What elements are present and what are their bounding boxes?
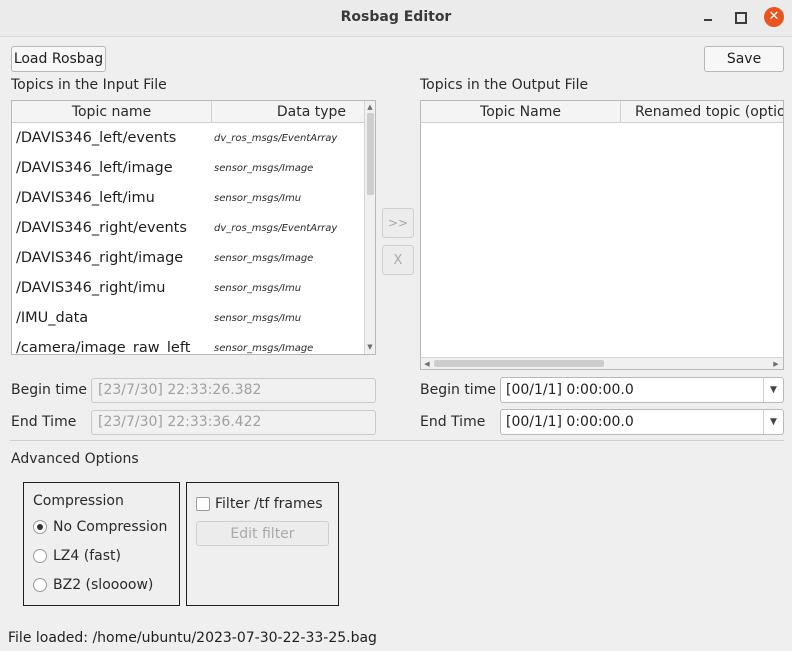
edit-filter-button[interactable]: Edit filter xyxy=(196,521,329,546)
output-begin-time-value: [00/1/1] 0:00:00.0 xyxy=(506,382,634,398)
divider xyxy=(10,440,784,441)
lz4-label[interactable]: LZ4 (fast) xyxy=(53,548,121,564)
topic-name: /DAVIS346_right/imu xyxy=(16,280,166,296)
topic-name: /DAVIS346_left/image xyxy=(16,160,173,176)
table-row[interactable]: /DAVIS346_right/image sensor_msgs/Image xyxy=(12,243,364,273)
input-table-vertical-scrollbar[interactable]: ▲ ▼ xyxy=(364,101,375,354)
output-topics-heading: Topics in the Output File xyxy=(420,77,589,93)
column-renamed-topic[interactable]: Renamed topic (optio xyxy=(621,101,783,123)
input-topics-table[interactable]: Topic name Data type /DAVIS346_left/even… xyxy=(11,100,376,355)
filter-tf-label[interactable]: Filter /tf frames xyxy=(215,496,323,512)
topic-name: /DAVIS346_left/imu xyxy=(16,190,155,206)
scroll-right-arrow-icon[interactable]: ▶ xyxy=(771,359,781,369)
data-type: sensor_msgs/Imu xyxy=(214,192,302,204)
input-table-header: Topic name Data type xyxy=(12,101,364,123)
table-row[interactable]: /DAVIS346_left/imu sensor_msgs/Imu xyxy=(12,183,364,213)
bz2-radio[interactable] xyxy=(33,578,47,592)
bz2-label[interactable]: BZ2 (sloooow) xyxy=(53,577,153,593)
column-topic-name[interactable]: Topic name xyxy=(12,101,212,123)
topic-name: /DAVIS346_left/events xyxy=(16,130,177,146)
chevron-down-icon[interactable]: ▼ xyxy=(763,410,783,434)
no-compression-label[interactable]: No Compression xyxy=(53,519,167,535)
status-bar-text: File loaded: /home/ubuntu/2023-07-30-22-… xyxy=(8,630,377,646)
table-row[interactable]: /DAVIS346_left/image sensor_msgs/Image xyxy=(12,153,364,183)
table-row[interactable]: /DAVIS346_left/events dv_ros_msgs/EventA… xyxy=(12,123,364,153)
no-compression-radio[interactable] xyxy=(33,520,47,534)
output-end-time-label: End Time xyxy=(420,414,486,430)
lz4-radio[interactable] xyxy=(33,549,47,563)
data-type: sensor_msgs/Imu xyxy=(214,312,302,324)
save-button[interactable]: Save xyxy=(704,46,784,72)
chevron-down-icon[interactable]: ▼ xyxy=(763,378,783,402)
input-end-time-field: [23/7/30] 22:33:36.422 xyxy=(91,410,376,435)
data-type: sensor_msgs/Imu xyxy=(214,282,302,294)
data-type: sensor_msgs/Image xyxy=(214,162,314,174)
data-type: dv_ros_msgs/EventArray xyxy=(214,132,338,144)
output-end-time-editor[interactable]: [00/1/1] 0:00:00.0 ▼ xyxy=(500,409,784,435)
advanced-options-heading: Advanced Options xyxy=(11,451,139,467)
table-row[interactable]: /DAVIS346_right/events dv_ros_msgs/Event… xyxy=(12,213,364,243)
input-topics-heading: Topics in the Input File xyxy=(11,77,167,93)
compression-title: Compression xyxy=(33,493,124,509)
input-end-time-label: End Time xyxy=(11,414,77,430)
output-begin-time-editor[interactable]: [00/1/1] 0:00:00.0 ▼ xyxy=(500,377,784,403)
title-bar: Rosbag Editor ✕ xyxy=(0,0,792,37)
topic-name: /DAVIS346_right/events xyxy=(16,220,187,236)
column-topic-name[interactable]: Topic Name xyxy=(421,101,621,123)
data-type: sensor_msgs/Image xyxy=(214,252,314,264)
input-begin-time-field: [23/7/30] 22:33:26.382 xyxy=(91,378,376,403)
scroll-up-arrow-icon[interactable]: ▲ xyxy=(365,102,375,112)
output-topics-table[interactable]: Topic Name Renamed topic (optio ◀ ▶ xyxy=(420,100,784,370)
scrollbar-thumb[interactable] xyxy=(367,113,374,195)
table-row[interactable]: /camera/image_raw_left sensor_msgs/Image xyxy=(12,333,364,355)
data-type: sensor_msgs/Image xyxy=(214,342,314,354)
filter-group: Filter /tf frames Edit filter xyxy=(186,482,339,606)
table-row[interactable]: /IMU_data sensor_msgs/Imu xyxy=(12,303,364,333)
data-type: dv_ros_msgs/EventArray xyxy=(214,222,338,234)
filter-tf-checkbox[interactable] xyxy=(196,497,210,511)
column-data-type[interactable]: Data type xyxy=(212,101,364,123)
load-rosbag-button[interactable]: Load Rosbag xyxy=(11,46,106,72)
output-table-horizontal-scrollbar[interactable]: ◀ ▶ xyxy=(421,357,783,369)
scroll-left-arrow-icon[interactable]: ◀ xyxy=(422,359,432,369)
output-begin-time-label: Begin time xyxy=(420,382,496,398)
topic-name: /DAVIS346_right/image xyxy=(16,250,184,266)
maximize-icon[interactable] xyxy=(731,8,751,28)
compression-group: Compression No Compression LZ4 (fast) BZ… xyxy=(23,482,180,606)
add-topic-button[interactable]: >> xyxy=(382,208,414,238)
close-icon[interactable]: ✕ xyxy=(764,7,784,27)
minimize-icon[interactable] xyxy=(698,8,718,28)
scrollbar-thumb[interactable] xyxy=(434,360,604,367)
output-table-header: Topic Name Renamed topic (optio xyxy=(421,101,783,123)
output-end-time-value: [00/1/1] 0:00:00.0 xyxy=(506,414,634,430)
window-title: Rosbag Editor xyxy=(340,9,452,25)
remove-topic-button[interactable]: X xyxy=(382,245,414,275)
scroll-down-arrow-icon[interactable]: ▼ xyxy=(365,342,375,352)
table-row[interactable]: /DAVIS346_right/imu sensor_msgs/Imu xyxy=(12,273,364,303)
topic-name: /IMU_data xyxy=(16,310,89,326)
input-begin-time-label: Begin time xyxy=(11,382,87,398)
topic-name: /camera/image_raw_left xyxy=(16,340,191,355)
